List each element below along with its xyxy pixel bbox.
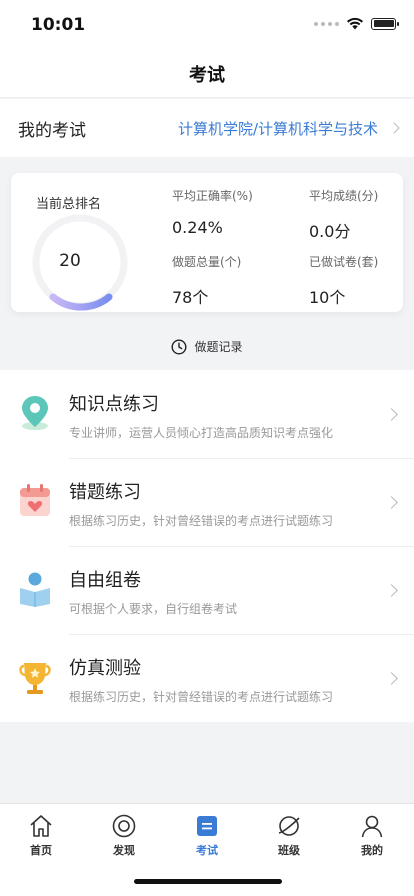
discover-icon [110,812,138,840]
exam-icon [193,812,221,840]
wifi-icon [347,17,363,30]
history-link[interactable]: 做题记录 [0,338,414,355]
total-questions-stat: 做题总量(个) 78个 [172,253,241,308]
practice-list: 知识点练习 专业讲师，运营人员倾心打造高品质知识考点强化 错题练习 根据练习历史… [0,370,414,722]
my-exam-label: 我的考试 [18,120,86,141]
map-pin-icon [22,396,48,430]
item-title: 自由组卷 [69,570,141,591]
item-desc: 专业讲师，运营人员倾心打造高品质知识考点强化 [69,426,334,440]
item-title: 知识点练习 [69,394,159,415]
my-exam-major: 计算机学院/计算机科学与技术 [177,119,378,138]
nav-bar: 考试 [0,50,414,98]
tab-class[interactable]: 班级 [259,812,319,858]
chevron-right-icon [388,122,400,134]
tab-exam[interactable]: 考试 [177,812,237,858]
avg-score-stat: 平均成绩(分) 0.0分 [309,187,378,242]
status-icons [314,17,399,30]
tab-label: 我的 [361,844,383,857]
rank-label: 当前总排名 [36,197,102,212]
papers-value: 10个 [309,288,346,307]
papers-label: 已做试卷(套) [309,255,379,269]
total-questions-label: 做题总量(个) [172,255,242,269]
tab-label: 首页 [30,844,52,857]
item-title: 错题练习 [69,482,141,503]
home-indicator[interactable] [134,879,282,884]
tab-label: 考试 [196,844,218,857]
papers-stat: 已做试卷(套) 10个 [309,253,378,308]
item-desc: 根据练习历史，针对曾经错误的考点进行试题练习 [69,514,334,528]
tab-discover[interactable]: 发现 [94,812,154,858]
rank-value: 20 [59,251,81,271]
chevron-right-icon [385,496,398,509]
avg-score-label: 平均成绩(分) [309,189,379,203]
stats-card: 当前总排名 20 平均正确率(%) 0.24% 平均成绩(分) 0.0分 做题总… [11,173,403,312]
item-title: 仿真测验 [69,658,141,679]
chevron-right-icon [385,408,398,421]
list-item-simulation-test[interactable]: 仿真测验 根据练习历史，针对曾经错误的考点进行试题练习 [0,634,414,722]
calendar-heart-icon [20,484,50,516]
chevron-right-icon [385,672,398,685]
tab-home[interactable]: 首页 [11,812,71,858]
list-item-knowledge-practice[interactable]: 知识点练习 专业讲师，运营人员倾心打造高品质知识考点强化 [0,370,414,458]
clock-icon [171,338,187,355]
battery-icon [371,17,399,30]
status-bar: 10:01 [0,0,414,50]
accuracy-label: 平均正确率(%) [172,189,253,203]
item-desc: 可根据个人要求，自行组卷考试 [69,602,238,616]
list-item-free-paper[interactable]: 自由组卷 可根据个人要求，自行组卷考试 [0,546,414,634]
total-questions-value: 78个 [172,288,209,307]
reader-icon [20,572,50,607]
list-item-wrong-questions[interactable]: 错题练习 根据练习历史，针对曾经错误的考点进行试题练习 [0,458,414,546]
home-icon [27,812,55,840]
trophy-icon [19,663,51,694]
class-icon [275,812,303,840]
page-title: 考试 [189,64,225,86]
history-label: 做题记录 [194,340,243,354]
profile-icon [358,812,386,840]
signal-icon [314,21,339,26]
chevron-right-icon [385,584,398,597]
avg-score-value: 0.0分 [309,222,351,241]
tab-label: 班级 [278,844,300,857]
tab-mine[interactable]: 我的 [342,812,402,858]
accuracy-stat: 平均正确率(%) 0.24% [172,187,253,237]
status-time: 10:01 [31,15,86,35]
accuracy-value: 0.24% [172,218,223,237]
my-exam-row[interactable]: 我的考试 计算机学院/计算机科学与技术 [0,99,414,157]
tab-label: 发现 [113,844,135,857]
item-desc: 根据练习历史，针对曾经错误的考点进行试题练习 [69,690,334,704]
